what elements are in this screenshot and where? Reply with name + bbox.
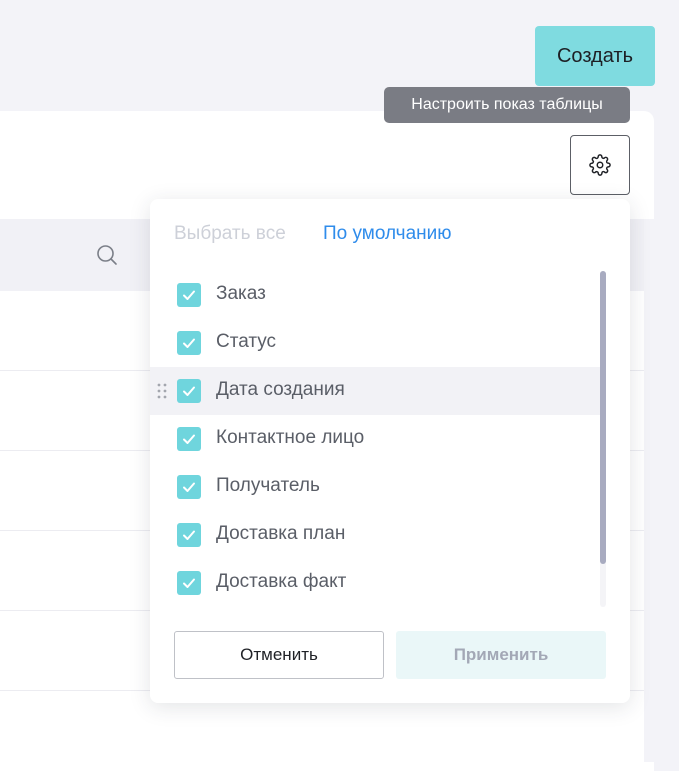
settings-tooltip: Настроить показ таблицы xyxy=(384,87,630,123)
column-checkbox[interactable] xyxy=(177,475,201,499)
column-checkbox[interactable] xyxy=(177,331,201,355)
column-item[interactable]: Дата создания xyxy=(150,367,600,415)
apply-button[interactable]: Применить xyxy=(396,631,606,679)
checkmark-icon xyxy=(183,434,195,444)
reset-default-link[interactable]: По умолчанию xyxy=(323,223,452,245)
checkmark-icon xyxy=(183,338,195,348)
column-item[interactable]: Статус xyxy=(150,319,600,367)
column-item[interactable]: Доставка план xyxy=(150,511,600,559)
column-label: Доставка факт xyxy=(216,571,347,592)
gear-icon xyxy=(589,154,611,176)
column-label: Доставка план xyxy=(216,523,346,544)
checkmark-icon xyxy=(183,386,195,396)
drag-handle-icon[interactable] xyxy=(157,383,167,399)
create-button[interactable]: Создать xyxy=(535,26,655,86)
checkmark-icon xyxy=(183,530,195,540)
column-item[interactable]: Доставка факт xyxy=(150,559,600,607)
column-checkbox[interactable] xyxy=(177,379,201,403)
select-all-link[interactable]: Выбрать все xyxy=(174,223,286,245)
checkmark-icon xyxy=(183,578,195,588)
column-list: Заказ Статус Дата создания Контактное ли… xyxy=(150,271,600,607)
column-item[interactable]: Получатель xyxy=(150,463,600,511)
column-label: Контактное лицо xyxy=(216,427,365,448)
column-settings-dropdown: Выбрать все По умолчанию Заказ Статус Да… xyxy=(150,199,630,703)
column-label: Заказ xyxy=(216,283,266,304)
column-checkbox[interactable] xyxy=(177,523,201,547)
column-label: Статус xyxy=(216,331,277,352)
column-item[interactable]: Контактное лицо xyxy=(150,415,600,463)
checkmark-icon xyxy=(183,482,195,492)
column-checkbox[interactable] xyxy=(177,283,201,307)
search-icon[interactable] xyxy=(95,243,119,267)
column-label: Дата создания xyxy=(216,379,345,400)
checkmark-icon xyxy=(183,290,195,300)
column-label: Получатель xyxy=(216,475,320,496)
table-settings-button[interactable] xyxy=(570,135,630,195)
column-item[interactable]: Заказ xyxy=(150,271,600,319)
card-edge xyxy=(644,219,654,762)
column-checkbox[interactable] xyxy=(177,427,201,451)
cancel-button[interactable]: Отменить xyxy=(174,631,384,679)
scrollbar-thumb[interactable] xyxy=(600,271,606,564)
column-checkbox[interactable] xyxy=(177,571,201,595)
